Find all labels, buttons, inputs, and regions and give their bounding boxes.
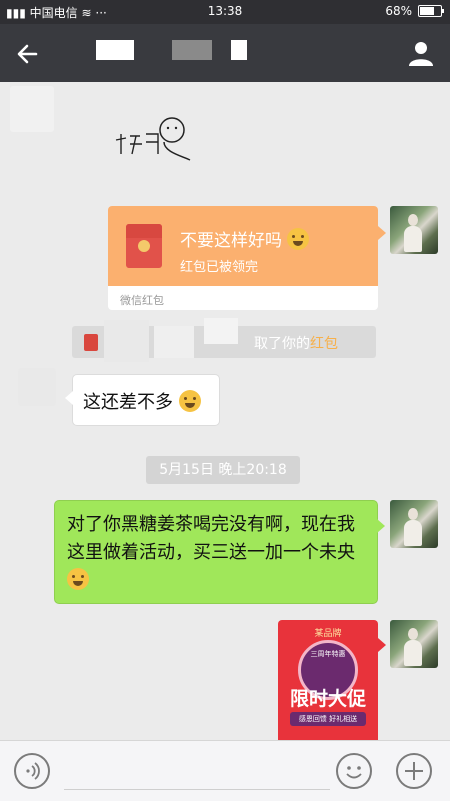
incoming-message-text: 这还差不多 [83,392,173,413]
red-envelope-icon [126,224,162,268]
crying-laugh-emoji-icon [178,390,201,412]
incoming-message[interactable]: 这还差不多 [65,374,220,426]
promo-tail [378,638,386,652]
redacted-name-2 [154,326,194,358]
person-icon [409,42,433,66]
promo-image[interactable]: 某品牌 三周年特惠 限时大促 感恩回馈 好礼相送 [278,620,378,740]
system-notice: 取了你的红包 [72,318,376,362]
emoji-icon [346,766,362,779]
battery-fill [420,7,434,15]
system-notice-text: 取了你的红包 [254,333,338,353]
nav-bar [0,24,450,82]
plus-button[interactable] [396,753,432,789]
red-packet-tail [378,226,386,240]
plus-icon [405,762,423,780]
status-bar: ▮▮▮ 中国电信 ≋ ··· 13:38 68% [0,0,450,24]
outgoing-message[interactable]: 对了你黑糖姜茶喝完没有啊，现在我这里做着活动，买三送一加一个未央 [54,500,385,604]
battery-icon [418,5,444,17]
title-redacted-2 [172,40,212,60]
laughing-emoji-icon [287,228,310,250]
contact-info-button[interactable] [406,38,436,68]
timestamp-label: 5月15日 晚上20:18 [146,456,300,484]
redacted-name-3 [204,318,238,344]
status-right: 68% [385,4,444,18]
status-time: 13:38 [207,4,243,18]
promo-tag: 感恩回馈 好礼相送 [290,712,366,726]
my-avatar-3[interactable] [390,620,438,668]
grinning-emoji-icon [67,568,89,590]
my-avatar-2[interactable] [390,500,438,548]
bubble-tail [65,391,73,405]
red-packet-greeting: 不要这样好吗 [180,226,310,251]
incoming-message-content: 这还差不多 [83,388,201,414]
voice-button[interactable] [14,753,50,789]
outgoing-message-text: 对了你黑糖姜茶喝完没有啊，现在我这里做着活动，买三送一加一个未央 [67,514,355,563]
promo-subtitle: 三周年特惠 [310,650,346,658]
battery-label: 68% [385,4,412,18]
system-notice-body: 取了你的 [254,336,310,352]
promo-headline: 限时大促 [289,688,366,710]
red-packet-card[interactable]: 不要这样好吗 红包已被领完 微信红包 [108,206,378,310]
input-bar [0,740,450,801]
contact-avatar-2[interactable] [18,368,56,406]
contact-avatar[interactable] [10,86,54,132]
my-avatar[interactable] [390,206,438,254]
arrow-left-icon [17,44,38,64]
mini-red-envelope-icon [84,334,98,351]
promo-brand: 某品牌 [314,629,342,639]
sticker-image [115,117,191,161]
red-packet-link[interactable]: 红包 [310,336,338,352]
red-packet-footer: 微信红包 [120,294,164,307]
bubble-tail-right [377,519,385,533]
red-packet-status: 红包已被领完 [180,260,259,275]
redacted-name-1 [104,320,149,362]
title-redacted-3 [231,40,247,60]
voice-icon [26,762,40,780]
message-input[interactable] [64,789,330,790]
chat-area[interactable]: 不要这样好吗 红包已被领完 微信红包 取了你的红包 这还差不多 5月15日 晚上… [0,82,450,740]
title-redacted-1 [96,40,134,60]
outgoing-message-content: 对了你黑糖姜茶喝完没有啊，现在我这里做着活动，买三送一加一个未央 [67,511,367,595]
back-button[interactable] [12,38,44,70]
red-packet-greeting-text: 不要这样好吗 [180,231,282,251]
emoji-button[interactable] [336,753,372,789]
